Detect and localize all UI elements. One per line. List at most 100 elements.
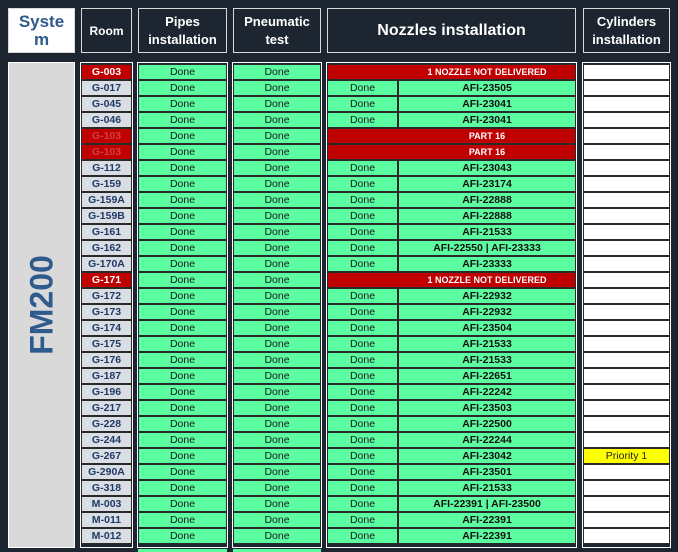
- nozzle-done-cell[interactable]: Done: [327, 384, 398, 400]
- nozzle-part-cell[interactable]: AFI-21533: [398, 480, 576, 496]
- nozzle-part-cell[interactable]: AFI-23041: [398, 96, 576, 112]
- pneumatic-status-cell[interactable]: Done: [233, 160, 321, 176]
- cylinder-status-cell[interactable]: [583, 144, 670, 160]
- pipes-status-cell[interactable]: Done: [138, 288, 227, 304]
- pneumatic-status-cell[interactable]: Done: [233, 288, 321, 304]
- pipes-status-cell[interactable]: Done: [138, 384, 227, 400]
- room-cell[interactable]: G-103: [81, 144, 132, 160]
- cylinder-status-cell[interactable]: [583, 464, 670, 480]
- cylinder-status-cell[interactable]: [583, 256, 670, 272]
- nozzle-done-cell[interactable]: Done: [327, 176, 398, 192]
- pipes-status-cell[interactable]: Done: [138, 192, 227, 208]
- pneumatic-status-cell[interactable]: Done: [233, 240, 321, 256]
- room-cell[interactable]: M-012: [81, 528, 132, 544]
- pipes-status-cell[interactable]: Done: [138, 464, 227, 480]
- cylinder-status-cell[interactable]: [583, 288, 670, 304]
- pipes-status-cell[interactable]: Done: [138, 496, 227, 512]
- nozzle-part-cell[interactable]: AFI-21533: [398, 336, 576, 352]
- nozzle-part-cell[interactable]: AFI-22888: [398, 208, 576, 224]
- nozzle-part-cell[interactable]: AFI-21533: [398, 224, 576, 240]
- room-cell[interactable]: G-159B: [81, 208, 132, 224]
- pipes-status-cell[interactable]: Done: [138, 256, 227, 272]
- room-cell[interactable]: M-003: [81, 496, 132, 512]
- nozzle-done-cell[interactable]: Done: [327, 464, 398, 480]
- pipes-status-cell[interactable]: Done: [138, 320, 227, 336]
- room-cell[interactable]: G-170A: [81, 256, 132, 272]
- pneumatic-status-cell[interactable]: Done: [233, 144, 321, 160]
- pipes-status-cell[interactable]: Done: [138, 160, 227, 176]
- pipes-status-cell[interactable]: Done: [138, 416, 227, 432]
- pipes-status-cell[interactable]: Done: [138, 208, 227, 224]
- room-cell[interactable]: G-161: [81, 224, 132, 240]
- cylinder-status-cell[interactable]: Priority 1: [583, 448, 670, 464]
- pipes-status-cell[interactable]: Done: [138, 64, 227, 80]
- cylinder-status-cell[interactable]: [583, 160, 670, 176]
- nozzle-part-cell[interactable]: AFI-22391: [398, 528, 576, 544]
- pneumatic-status-cell[interactable]: Done: [233, 400, 321, 416]
- cylinder-status-cell[interactable]: [583, 368, 670, 384]
- cylinder-status-cell[interactable]: [583, 416, 670, 432]
- cylinder-status-cell[interactable]: [583, 336, 670, 352]
- header-cylinders[interactable]: Cylinders installation: [583, 8, 670, 53]
- nozzle-part-cell[interactable]: AFI-23333: [398, 256, 576, 272]
- nozzle-done-cell[interactable]: Done: [327, 96, 398, 112]
- nozzle-done-cell[interactable]: Done: [327, 320, 398, 336]
- pipes-status-cell[interactable]: Done: [138, 176, 227, 192]
- pipes-status-cell[interactable]: Done: [138, 480, 227, 496]
- nozzle-done-cell[interactable]: Done: [327, 528, 398, 544]
- pneumatic-status-cell[interactable]: Done: [233, 336, 321, 352]
- nozzle-part-cell[interactable]: AFI-23174: [398, 176, 576, 192]
- pipes-status-cell[interactable]: Done: [138, 112, 227, 128]
- cylinder-status-cell[interactable]: [583, 320, 670, 336]
- nozzle-part-cell[interactable]: AFI-23501: [398, 464, 576, 480]
- nozzle-done-cell[interactable]: Done: [327, 368, 398, 384]
- pipes-status-cell[interactable]: Done: [138, 272, 227, 288]
- pipes-status-cell[interactable]: Done: [138, 352, 227, 368]
- room-cell[interactable]: G-003: [81, 64, 132, 80]
- room-cell[interactable]: G-045: [81, 96, 132, 112]
- cylinder-status-cell[interactable]: [583, 176, 670, 192]
- header-pipes[interactable]: Pipes installation: [138, 8, 227, 53]
- nozzle-part-cell[interactable]: AFI-22500: [398, 416, 576, 432]
- nozzle-part-cell[interactable]: AFI-22888: [398, 192, 576, 208]
- cylinder-status-cell[interactable]: [583, 240, 670, 256]
- pneumatic-status-cell[interactable]: Done: [233, 176, 321, 192]
- nozzle-alert-cell[interactable]: 1 NOZZLE NOT DELIVERED: [327, 64, 576, 80]
- nozzle-done-cell[interactable]: Done: [327, 240, 398, 256]
- nozzle-done-cell[interactable]: Done: [327, 288, 398, 304]
- room-cell[interactable]: G-046: [81, 112, 132, 128]
- room-cell[interactable]: G-172: [81, 288, 132, 304]
- system-cell[interactable]: FM200: [8, 62, 75, 548]
- header-room[interactable]: Room: [81, 8, 132, 53]
- room-cell[interactable]: G-196: [81, 384, 132, 400]
- room-cell[interactable]: G-017: [81, 80, 132, 96]
- room-cell[interactable]: G-162: [81, 240, 132, 256]
- room-cell[interactable]: G-174: [81, 320, 132, 336]
- nozzle-part-cell[interactable]: AFI-23504: [398, 320, 576, 336]
- pneumatic-status-cell[interactable]: Done: [233, 448, 321, 464]
- pneumatic-status-cell[interactable]: Done: [233, 464, 321, 480]
- cylinder-status-cell[interactable]: [583, 192, 670, 208]
- room-cell[interactable]: G-217: [81, 400, 132, 416]
- nozzle-done-cell[interactable]: Done: [327, 224, 398, 240]
- pipes-status-cell[interactable]: Done: [138, 240, 227, 256]
- nozzle-done-cell[interactable]: Done: [327, 496, 398, 512]
- pipes-status-cell[interactable]: Done: [138, 144, 227, 160]
- room-cell[interactable]: G-290A: [81, 464, 132, 480]
- pneumatic-status-cell[interactable]: Done: [233, 192, 321, 208]
- nozzle-done-cell[interactable]: Done: [327, 448, 398, 464]
- nozzle-done-cell[interactable]: Done: [327, 512, 398, 528]
- header-pneumatic[interactable]: Pneumatic test: [233, 8, 321, 53]
- pneumatic-status-cell[interactable]: Done: [233, 384, 321, 400]
- pneumatic-status-cell[interactable]: Done: [233, 80, 321, 96]
- pipes-status-cell[interactable]: Done: [138, 368, 227, 384]
- cylinder-status-cell[interactable]: [583, 496, 670, 512]
- nozzle-done-cell[interactable]: Done: [327, 336, 398, 352]
- nozzle-part-cell[interactable]: AFI-23043: [398, 160, 576, 176]
- pneumatic-status-cell[interactable]: Done: [233, 256, 321, 272]
- nozzle-done-cell[interactable]: Done: [327, 304, 398, 320]
- room-cell[interactable]: G-173: [81, 304, 132, 320]
- room-cell[interactable]: G-103: [81, 128, 132, 144]
- nozzle-alert-cell[interactable]: PART 16: [327, 128, 576, 144]
- room-cell[interactable]: G-171: [81, 272, 132, 288]
